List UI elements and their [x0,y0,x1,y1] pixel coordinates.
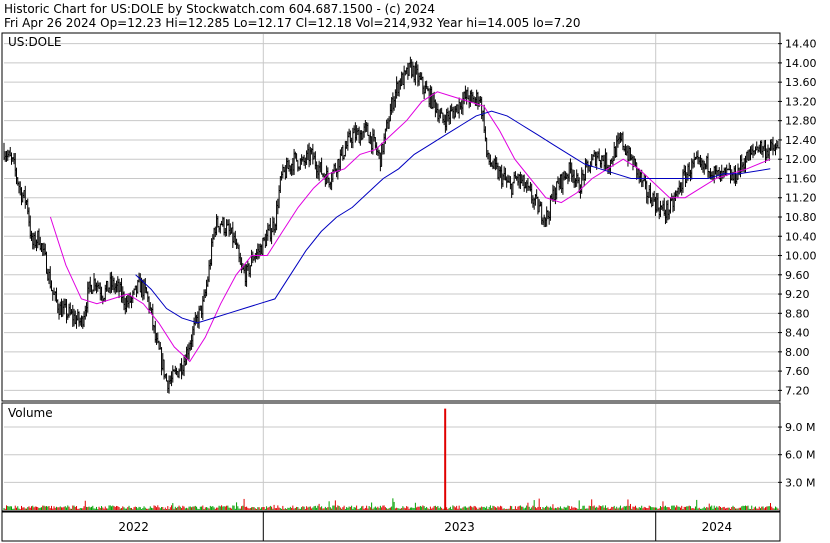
price-tick-label: 11.20 [785,192,817,205]
price-tick-label: 8.40 [785,327,810,340]
year-label: 2023 [444,520,475,534]
volume-tick-label: 9.0 M [785,421,815,434]
price-tick-label: 10.00 [785,250,817,263]
year-label: 2024 [702,520,733,534]
price-tick-label: 12.40 [785,134,817,147]
price-tick-label: 9.20 [785,288,810,301]
price-volume-chart: US:DOLE 14.40 14.00 13.60 13.20 12.80 12.40 12… [1,32,817,542]
price-y-axis-ticks: 14.40 14.00 13.60 13.20 12.80 12.40 12.00 11.60… [778,38,817,397]
price-tick-label: 12.00 [785,153,817,166]
chart-window: Historic Chart for US:DOLE by Stockwatch… [0,0,830,543]
volume-y-axis-ticks: 9.0 M 6.0 M 3.0 M [778,421,815,489]
volume-tick-label: 3.0 M [785,476,815,489]
price-tick-label: 10.80 [785,211,817,224]
price-tick-label: 11.60 [785,172,817,185]
volume-panel: Volume 9.0 M 6.0 M 3.0 M [1,402,815,512]
price-tick-label: 13.60 [785,76,817,89]
year-axis: 2022 2023 2024 [1,511,781,542]
price-tick-label: 7.20 [785,384,810,397]
year-label: 2022 [118,520,149,534]
price-panel: US:DOLE 14.40 14.00 13.60 13.20 12.80 12.40 12… [1,32,817,402]
price-tick-label: 14.00 [785,57,817,70]
price-tick-label: 10.40 [785,230,817,243]
price-tick-label: 12.80 [785,115,817,128]
price-tick-label: 8.80 [785,307,810,320]
volume-panel-frame [1,402,781,512]
price-tick-label: 7.60 [785,365,810,378]
volume-label: Volume [8,406,53,420]
price-tick-label: 14.40 [785,38,817,51]
price-tick-label: 8.00 [785,346,810,359]
symbol-label: US:DOLE [8,35,61,49]
volume-tick-label: 6.0 M [785,449,815,462]
price-tick-label: 13.20 [785,95,817,108]
price-tick-label: 9.60 [785,269,810,282]
